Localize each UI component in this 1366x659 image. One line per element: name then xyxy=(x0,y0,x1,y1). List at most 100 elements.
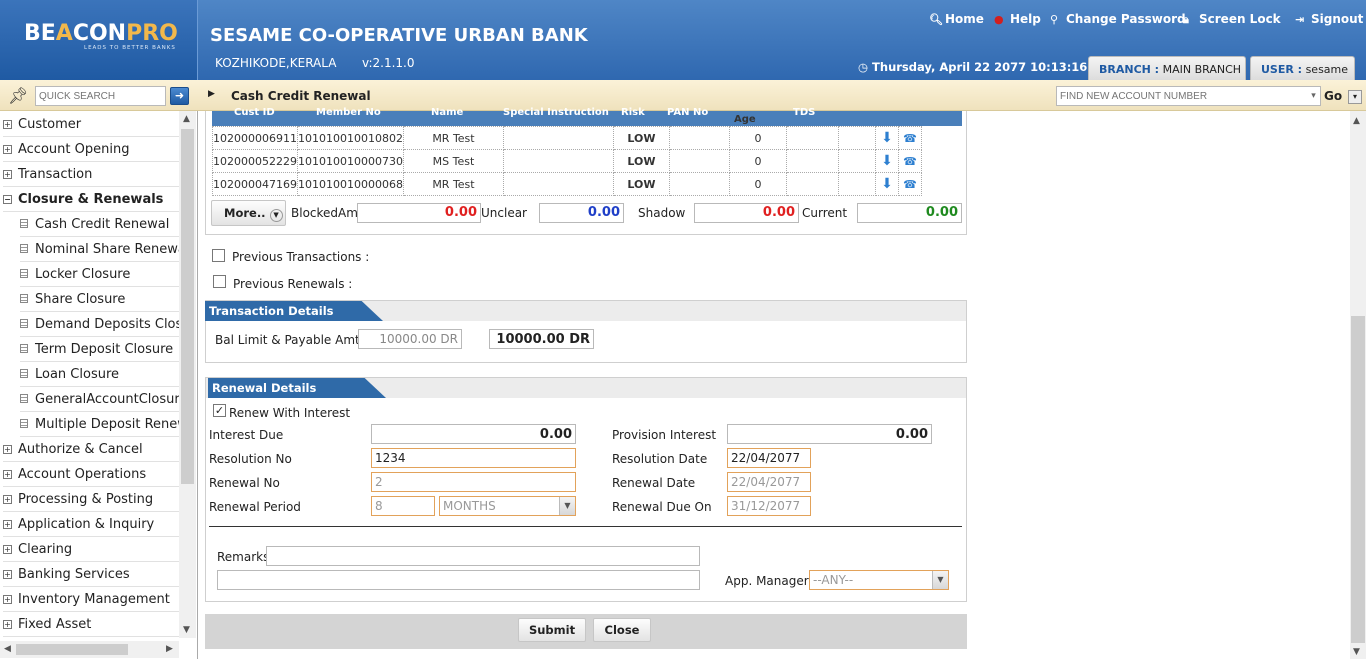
scroll-down-icon[interactable]: ▼ xyxy=(1353,647,1360,657)
resolution-date-field[interactable]: 22/04/2077 xyxy=(727,448,811,468)
age-cell: 0 xyxy=(728,149,787,173)
expand-icon[interactable]: + xyxy=(3,620,12,629)
branch-tab[interactable]: BRANCH : MAIN BRANCH xyxy=(1088,56,1246,80)
expand-icon[interactable]: + xyxy=(3,495,12,504)
expand-icon[interactable]: + xyxy=(3,170,12,179)
table-row[interactable]: 102000052229 101010010000730 MS Test LOW… xyxy=(212,149,922,173)
sidebar-item-processing-posting[interactable]: + Processing & Posting xyxy=(3,487,179,512)
sidebar-hscroll-thumb[interactable] xyxy=(16,644,128,655)
interest-due-field[interactable]: 0.00 xyxy=(371,424,576,444)
renew-with-interest-checkbox[interactable]: ✓ xyxy=(213,404,226,417)
key-icon: ⚲ xyxy=(1050,13,1059,26)
phone-icon[interactable]: ☎ xyxy=(897,172,922,196)
app-version: v:2.1.1.0 xyxy=(362,56,415,70)
name-cell: MR Test xyxy=(402,126,504,150)
sidebar-item-banking-services[interactable]: + Banking Services xyxy=(3,562,179,587)
previous-transactions-checkbox[interactable] xyxy=(212,249,225,262)
collapse-icon[interactable]: − xyxy=(3,195,12,204)
sidebar-item-clearing[interactable]: + Clearing xyxy=(3,537,179,562)
tds-cell xyxy=(785,126,839,150)
phone-icon[interactable]: ☎ xyxy=(897,149,922,173)
previous-renewals-checkbox[interactable] xyxy=(213,275,226,288)
app-manager-select[interactable]: --ANY-- ▼ xyxy=(809,570,949,590)
sidebar-item-application-inquiry[interactable]: + Application & Inquiry xyxy=(3,512,179,537)
cust-id-cell: 102000006911 xyxy=(212,126,298,150)
expand-icon[interactable]: + xyxy=(3,145,12,154)
sidebar-subitem-multiple-deposit-renewal[interactable]: Multiple Deposit Renewal xyxy=(20,412,179,437)
grid-header-cust-id: Cust ID xyxy=(234,107,275,118)
phone-icon[interactable]: ☎ xyxy=(897,126,922,150)
submit-button[interactable]: Submit xyxy=(518,618,586,642)
main-scroll-thumb[interactable] xyxy=(1351,316,1365,643)
payable-amt-field: 10000.00 DR xyxy=(489,329,594,349)
expand-icon[interactable]: + xyxy=(3,545,12,554)
expand-icon[interactable]: + xyxy=(3,520,12,529)
breadcrumb-arrow-icon: ▶ xyxy=(208,89,215,99)
scroll-up-icon[interactable]: ▲ xyxy=(1353,116,1360,126)
customer-grid: 102000006911 101010010010802 MR Test LOW… xyxy=(212,126,922,196)
scroll-left-icon[interactable]: ◀ xyxy=(4,644,11,654)
sidebar-item-customer[interactable]: + Customer xyxy=(3,112,179,137)
change-password-link[interactable]: ⚲ Change Password xyxy=(1050,12,1186,26)
download-icon[interactable]: ⬇ xyxy=(874,149,899,173)
sidebar-subitem-cash-credit-renewal[interactable]: Cash Credit Renewal xyxy=(20,212,179,237)
sidebar-subitem-general-account-closure[interactable]: GeneralAccountClosure xyxy=(20,387,179,412)
sidebar-vertical-scrollbar[interactable]: ▲ ▼ xyxy=(179,111,196,638)
sidebar-item-transaction[interactable]: + Transaction xyxy=(3,162,179,187)
chevron-down-icon[interactable]: ▾ xyxy=(1307,87,1320,105)
download-icon[interactable]: ⬇ xyxy=(874,126,899,150)
resolution-no-field[interactable]: 1234 xyxy=(371,448,576,468)
risk-cell: LOW xyxy=(612,172,670,196)
signout-icon: ⇥ xyxy=(1295,13,1305,26)
bank-name: SESAME CO-OPERATIVE URBAN BANK xyxy=(210,25,588,46)
sidebar-item-inventory-management[interactable]: + Inventory Management xyxy=(3,587,179,612)
sidebar-scroll-thumb[interactable] xyxy=(181,129,194,484)
scroll-right-icon[interactable]: ▶ xyxy=(166,644,173,654)
scroll-up-icon[interactable]: ▲ xyxy=(183,114,190,124)
name-cell: MS Test xyxy=(402,149,504,173)
sidebar-item-closure-renewals[interactable]: − Closure & Renewals xyxy=(3,187,179,212)
sidebar-item-authorize-cancel[interactable]: + Authorize & Cancel xyxy=(3,437,179,462)
go-button[interactable]: Go xyxy=(1324,89,1342,103)
table-row[interactable]: 102000047169 101010010000068 MR Test LOW… xyxy=(212,172,922,196)
menu-toggle-icon[interactable]: ▾ xyxy=(1348,90,1362,104)
chevron-down-icon: ▼ xyxy=(269,209,283,222)
sidebar-item-fixed-asset[interactable]: + Fixed Asset xyxy=(3,612,179,637)
help-link[interactable]: ● Help xyxy=(994,12,1041,26)
more-button[interactable]: More.. ▼ xyxy=(211,200,286,226)
quick-search-input[interactable] xyxy=(35,86,166,106)
sidebar-subitem-term-deposit-closure[interactable]: Term Deposit Closure xyxy=(20,337,179,362)
sidebar-item-account-operations[interactable]: + Account Operations xyxy=(3,462,179,487)
sidebar-subitem-demand-deposits-closure[interactable]: Demand Deposits Closure xyxy=(20,312,179,337)
signout-link[interactable]: ⇥ Signout xyxy=(1295,12,1363,26)
expand-icon[interactable]: + xyxy=(3,470,12,479)
pin-icon[interactable]: 📌︎ xyxy=(8,86,28,105)
remarks-input-1[interactable] xyxy=(266,546,700,566)
remarks-input-2[interactable] xyxy=(217,570,700,590)
provision-interest-field[interactable]: 0.00 xyxy=(727,424,932,444)
sidebar-subitem-nominal-share-renewal[interactable]: Nominal Share Renewal xyxy=(20,237,179,262)
user-tab[interactable]: USER : sesame xyxy=(1250,56,1355,80)
sidebar-subitem-locker-closure[interactable]: Locker Closure xyxy=(20,262,179,287)
download-icon[interactable]: ⬇ xyxy=(874,172,899,196)
screen-lock-link[interactable]: 🔒︎ Screen Lock xyxy=(1183,12,1281,27)
expand-icon[interactable]: + xyxy=(3,595,12,604)
expand-icon[interactable]: + xyxy=(3,445,12,454)
expand-icon[interactable]: + xyxy=(3,120,12,129)
sidebar-subitem-loan-closure[interactable]: Loan Closure xyxy=(20,362,179,387)
main-vertical-scrollbar[interactable]: ▲ ▼ xyxy=(1350,111,1366,659)
home-link[interactable]: 🔍︎ Home xyxy=(929,12,984,26)
app-header: BEACONPRO LEADS TO BETTER BANKS SESAME C… xyxy=(0,0,1366,80)
scroll-down-icon[interactable]: ▼ xyxy=(183,625,190,635)
page-title: Cash Credit Renewal xyxy=(231,89,371,103)
sidebar-subitem-share-closure[interactable]: Share Closure xyxy=(20,287,179,312)
interest-due-label: Interest Due xyxy=(209,428,284,442)
expand-icon[interactable]: + xyxy=(3,570,12,579)
sidebar-item-account-opening[interactable]: + Account Opening xyxy=(3,137,179,162)
close-button[interactable]: Close xyxy=(593,618,651,642)
table-row[interactable]: 102000006911 101010010010802 MR Test LOW… xyxy=(212,126,922,150)
document-icon xyxy=(20,244,28,253)
find-account-input[interactable] xyxy=(1056,86,1321,106)
sidebar-horizontal-scrollbar[interactable]: ◀ ▶ xyxy=(0,641,179,658)
quick-search-go-button[interactable]: ➜ xyxy=(170,87,189,105)
